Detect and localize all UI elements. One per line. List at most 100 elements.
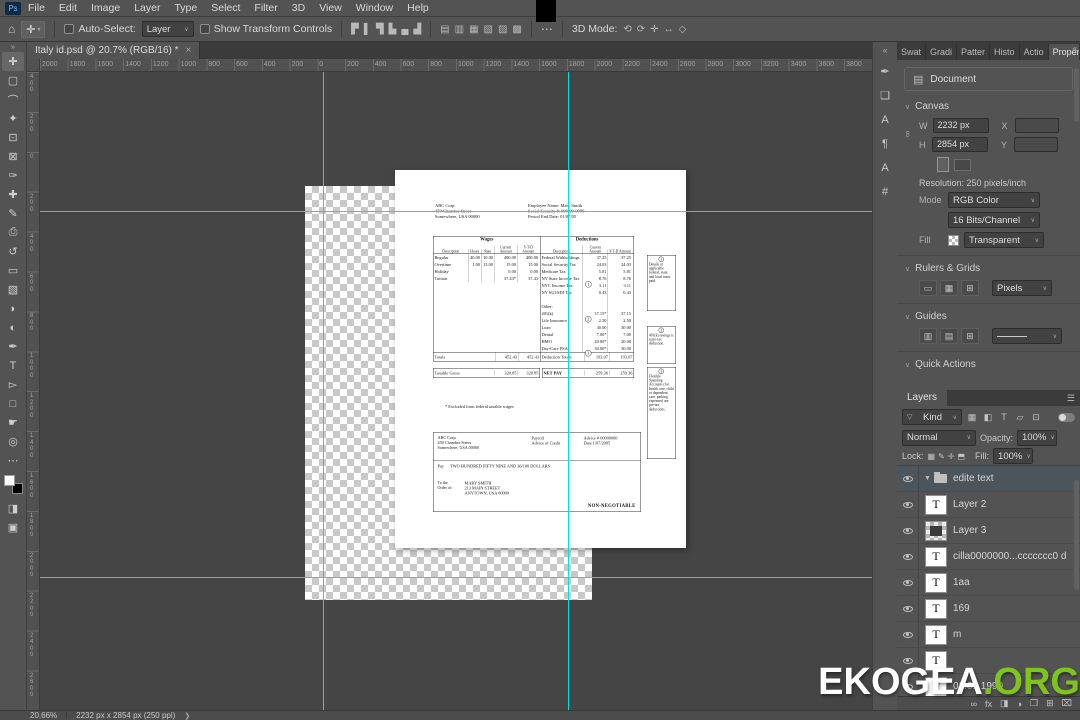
tab-patter[interactable]: Patter — [957, 44, 991, 60]
tab-swat[interactable]: Swat — [897, 44, 927, 60]
bit-depth-dropdown[interactable]: 16 Bits/Channel ∨ — [948, 212, 1040, 228]
panel-menu-icon[interactable]: ☰ — [1067, 393, 1080, 404]
menu-select[interactable]: Select — [204, 0, 247, 16]
quick-selection-tool[interactable]: ✦ — [2, 109, 24, 128]
menu-view[interactable]: View — [312, 0, 349, 16]
align-bottom-icon[interactable]: ▟ — [413, 24, 421, 35]
color-mode-dropdown[interactable]: RGB Color ∨ — [948, 192, 1040, 208]
tab-layers[interactable]: Layers — [897, 390, 948, 406]
eyedropper-tool[interactable]: ✑ — [2, 166, 24, 185]
visibility-toggle[interactable] — [897, 596, 919, 621]
guide-style-dropdown[interactable]: ∨ — [992, 328, 1062, 344]
align-center-horizontal-icon[interactable]: ▌ — [364, 24, 371, 35]
pen-tool[interactable]: ✒ — [2, 337, 24, 356]
tab-histo[interactable]: Histo — [990, 44, 1020, 60]
libraries-panel-icon[interactable]: ❏ — [875, 86, 895, 105]
menu-help[interactable]: Help — [400, 0, 436, 16]
blend-mode-dropdown[interactable]: Normal ∨ — [902, 429, 976, 446]
history-brush-tool[interactable]: ↺ — [2, 242, 24, 261]
distribute-vertical-icon[interactable]: ▤ — [440, 24, 449, 35]
frame-tool[interactable]: ⊠ — [2, 147, 24, 166]
marquee-tool[interactable]: ▢ — [2, 71, 24, 90]
width-field[interactable]: 2232 px — [932, 118, 989, 133]
menu-window[interactable]: Window — [349, 0, 400, 16]
section-rulers-grids[interactable]: ∨ Rulers & Grids — [897, 256, 1080, 278]
filter-type-layers-icon[interactable]: T — [997, 412, 1011, 423]
zoom-tool[interactable]: ◎ — [2, 432, 24, 451]
lock-all-icon[interactable]: ⬒ — [957, 452, 965, 461]
group-expand-icon[interactable]: ▼ — [924, 475, 931, 482]
visibility-toggle[interactable] — [897, 518, 919, 543]
3d-scale-icon[interactable]: ◇ — [679, 24, 687, 35]
menu-layer[interactable]: Layer — [127, 0, 167, 16]
document-tab[interactable]: Italy id.psd @ 20.7% (RGB/16) * × — [27, 42, 201, 59]
grid-settings-icon[interactable]: ⊞ — [961, 280, 979, 296]
opacity-field[interactable]: 100% ∨ — [1017, 429, 1058, 446]
layer-thumbnail[interactable] — [925, 520, 947, 541]
toolbar-collapse-icon[interactable]: » — [11, 44, 15, 51]
filter-kind-dropdown[interactable]: ▽ Kind ∨ — [902, 409, 962, 425]
eraser-tool[interactable]: ▭ — [2, 261, 24, 280]
hand-tool[interactable]: ☛ — [2, 413, 24, 432]
distribute-left-icon[interactable]: ▧ — [484, 24, 493, 35]
3d-pan-icon[interactable]: ✛ — [650, 24, 658, 35]
layer-thumbnail[interactable]: T — [925, 624, 947, 645]
align-left-icon[interactable]: ▛ — [351, 24, 359, 35]
grid-toggle-icon[interactable]: ▦ — [940, 280, 958, 296]
layer-thumbnail[interactable]: T — [925, 546, 947, 567]
brush-tool[interactable]: ✎ — [2, 204, 24, 223]
horizontal-guide-1[interactable] — [40, 211, 872, 212]
photoshop-app-icon[interactable]: Ps — [5, 1, 21, 15]
layer-row[interactable]: ▼ edite text — [897, 466, 1080, 492]
lock-image-pixels-icon[interactable]: ✎ — [938, 452, 945, 461]
3d-roll-icon[interactable]: ⟳ — [637, 24, 645, 35]
type-tool[interactable]: T — [2, 356, 24, 375]
collapse-panels-icon[interactable]: « — [1073, 44, 1077, 53]
healing-brush-tool[interactable]: ✚ — [2, 185, 24, 204]
lock-position-icon[interactable]: ✛ — [948, 452, 955, 461]
ruler-toggle-icon[interactable]: ▭ — [919, 280, 937, 296]
menu-file[interactable]: File — [21, 0, 52, 16]
layer-thumbnail[interactable]: T — [925, 598, 947, 619]
section-quick-actions[interactable]: ∨ Quick Actions — [897, 352, 1080, 374]
align-top-icon[interactable]: ▙ — [389, 24, 397, 35]
3d-slide-icon[interactable]: ↔ — [664, 24, 674, 35]
link-dimensions-icon[interactable]: ∞ — [903, 131, 913, 137]
quick-mask-icon[interactable]: ◨ — [2, 499, 24, 518]
tab-actio[interactable]: Actio — [1020, 44, 1049, 60]
filter-toggle[interactable] — [1058, 412, 1075, 422]
foreground-color-swatch[interactable] — [3, 475, 15, 486]
layer-thumbnail[interactable]: T — [925, 494, 947, 515]
properties-scrollbar[interactable] — [1074, 68, 1079, 122]
menu-image[interactable]: Image — [84, 0, 127, 16]
layer-row[interactable]: Tm — [897, 622, 1080, 648]
glyphs-panel-icon[interactable]: # — [875, 182, 895, 201]
show-transform-checkbox[interactable]: Show Transform Controls — [199, 23, 332, 35]
distribute-right-icon[interactable]: ▩ — [512, 24, 521, 35]
visibility-toggle[interactable] — [897, 570, 919, 595]
lock-transparent-pixels-icon[interactable]: ▦ — [928, 452, 936, 461]
landscape-orientation-button[interactable] — [954, 158, 971, 171]
edit-toolbar-icon[interactable]: ⋯ — [2, 451, 24, 470]
notes-panel-icon[interactable]: ✒ — [875, 62, 895, 81]
filter-shape-layers-icon[interactable]: ▱ — [1013, 412, 1027, 423]
filter-pixel-layers-icon[interactable]: ▦ — [965, 412, 979, 423]
menu-filter[interactable]: Filter — [247, 0, 284, 16]
tab-gradi[interactable]: Gradi — [926, 44, 958, 60]
menu-edit[interactable]: Edit — [52, 0, 84, 16]
layer-row[interactable]: Tcilla0000000...ccccccc0 d — [897, 544, 1080, 570]
screen-mode-icon[interactable]: ▣ — [2, 518, 24, 537]
gradient-tool[interactable]: ▧ — [2, 280, 24, 299]
layer-row[interactable]: T Layer 2 — [897, 492, 1080, 518]
auto-select-checkbox[interactable]: Auto-Select: — [64, 23, 136, 35]
crop-tool[interactable]: ⊡ — [2, 128, 24, 147]
status-chevron-icon[interactable]: ❯ — [184, 712, 190, 720]
dodge-tool[interactable]: ◐ — [2, 318, 24, 337]
blur-tool[interactable]: ◗ — [2, 299, 24, 318]
layer-thumbnail[interactable]: T — [925, 572, 947, 593]
height-field[interactable]: 2854 px — [932, 137, 988, 152]
dock-expand-icon[interactable]: « — [883, 46, 887, 55]
filter-smart-objects-icon[interactable]: ⊡ — [1029, 412, 1043, 423]
visibility-toggle[interactable] — [897, 622, 919, 647]
align-middle-icon[interactable]: ▄ — [401, 24, 408, 35]
